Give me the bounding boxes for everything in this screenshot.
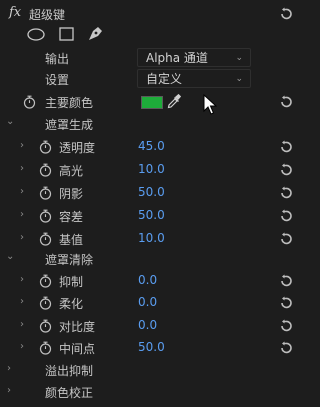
param-value[interactable]: 0.0 (138, 318, 157, 332)
reset-icon[interactable] (279, 341, 293, 355)
color-correction-group[interactable]: › 颜色校正 (0, 381, 302, 403)
param-row-midpoint: › 中间点 50.0 (0, 337, 302, 359)
reset-icon[interactable] (279, 140, 293, 154)
group-title: 颜色校正 (45, 386, 94, 400)
fx-badge[interactable]: fx (9, 5, 21, 20)
param-row-shadows: › 阴影 50.0 (0, 182, 302, 204)
stopwatch-icon[interactable] (39, 319, 52, 333)
param-value[interactable]: 10.0 (138, 162, 165, 176)
reset-icon[interactable] (279, 95, 293, 109)
param-value[interactable]: 50.0 (138, 340, 165, 354)
param-value[interactable]: 0.0 (138, 295, 157, 309)
mouse-cursor-icon (203, 93, 218, 116)
chevron-right-icon[interactable]: › (7, 386, 15, 396)
settings-dropdown-value: 自定义 (146, 72, 183, 86)
param-row-tolerance: › 容差 50.0 (0, 205, 302, 227)
param-row-contrast: › 对比度 0.0 (0, 315, 302, 337)
stopwatch-icon[interactable] (39, 296, 52, 310)
reset-icon[interactable] (279, 319, 293, 333)
param-label: 阴影 (59, 187, 84, 201)
param-value[interactable]: 50.0 (138, 208, 165, 222)
param-row-highlights: › 高光 10.0 (0, 159, 302, 181)
chevron-right-icon[interactable]: › (20, 233, 28, 243)
chevron-down-icon: ⌄ (235, 74, 243, 84)
param-label: 基值 (59, 233, 84, 247)
eyedropper-icon[interactable] (167, 93, 182, 109)
effect-title: 超级键 (29, 8, 66, 22)
output-row: 输出 Alpha 通道 ⌄ (0, 47, 302, 69)
chevron-right-icon[interactable]: › (20, 210, 28, 220)
pen-mask-icon[interactable] (87, 26, 103, 45)
param-value[interactable]: 45.0 (138, 139, 165, 153)
param-label: 柔化 (59, 297, 84, 311)
spill-suppression-group[interactable]: › 溢出抑制 (0, 359, 302, 381)
stopwatch-icon[interactable] (39, 232, 52, 246)
param-value[interactable]: 0.0 (138, 273, 157, 287)
group-title: 溢出抑制 (45, 364, 94, 378)
stopwatch-icon[interactable] (39, 163, 52, 177)
color-swatch[interactable] (141, 96, 163, 109)
chevron-right-icon[interactable]: › (20, 141, 28, 151)
stopwatch-icon[interactable] (39, 140, 52, 154)
chevron-down-icon: ⌄ (235, 53, 243, 63)
matte-generation-group[interactable]: ⌄ 遮罩生成 (0, 113, 302, 135)
key-color-row: 主要颜色 (0, 91, 302, 113)
chevron-right-icon[interactable]: › (20, 275, 28, 285)
group-title: 遮罩生成 (45, 118, 94, 132)
param-row-opacity: › 透明度 45.0 (0, 136, 302, 158)
mask-tools-row (0, 24, 302, 46)
reset-icon[interactable] (279, 7, 293, 21)
chevron-right-icon[interactable]: › (7, 364, 15, 374)
param-value[interactable]: 10.0 (138, 231, 165, 245)
settings-label: 设置 (45, 73, 70, 87)
stopwatch-icon[interactable] (39, 186, 52, 200)
reset-icon[interactable] (279, 209, 293, 223)
settings-dropdown[interactable]: 自定义 ⌄ (137, 69, 251, 88)
reset-icon[interactable] (279, 232, 293, 246)
group-title: 遮罩清除 (45, 253, 94, 267)
reset-icon[interactable] (279, 186, 293, 200)
param-label: 对比度 (59, 320, 96, 334)
output-dropdown-value: Alpha 通道 (146, 51, 208, 65)
stopwatch-icon[interactable] (23, 95, 36, 109)
reset-icon[interactable] (279, 274, 293, 288)
param-label: 高光 (59, 164, 84, 178)
param-label: 中间点 (59, 342, 96, 356)
chevron-right-icon[interactable]: › (20, 187, 28, 197)
matte-cleanup-group[interactable]: ⌄ 遮罩清除 (0, 248, 302, 270)
reset-icon[interactable] (279, 163, 293, 177)
param-row-soften: › 柔化 0.0 (0, 292, 302, 314)
chevron-down-icon[interactable]: ⌄ (6, 252, 14, 262)
stopwatch-icon[interactable] (39, 209, 52, 223)
param-value[interactable]: 50.0 (138, 185, 165, 199)
settings-row: 设置 自定义 ⌄ (0, 68, 302, 90)
stopwatch-icon[interactable] (39, 341, 52, 355)
chevron-right-icon[interactable]: › (20, 164, 28, 174)
key-color-label: 主要颜色 (45, 96, 94, 110)
param-label: 抑制 (59, 275, 84, 289)
stopwatch-icon[interactable] (39, 274, 52, 288)
chevron-right-icon[interactable]: › (20, 342, 28, 352)
chevron-right-icon[interactable]: › (20, 297, 28, 307)
param-row-choke: › 抑制 0.0 (0, 270, 302, 292)
chevron-right-icon[interactable]: › (20, 320, 28, 330)
rectangle-mask-icon[interactable] (59, 27, 74, 44)
chevron-down-icon[interactable]: ⌄ (6, 117, 14, 127)
reset-icon[interactable] (279, 296, 293, 310)
param-row-pedestal: › 基值 10.0 (0, 228, 302, 250)
output-dropdown[interactable]: Alpha 通道 ⌄ (137, 48, 251, 67)
output-label: 输出 (45, 52, 70, 66)
param-label: 容差 (59, 210, 84, 224)
param-label: 透明度 (59, 141, 96, 155)
ellipse-mask-icon[interactable] (27, 28, 45, 44)
effect-header[interactable]: fx 超级键 (0, 3, 302, 25)
